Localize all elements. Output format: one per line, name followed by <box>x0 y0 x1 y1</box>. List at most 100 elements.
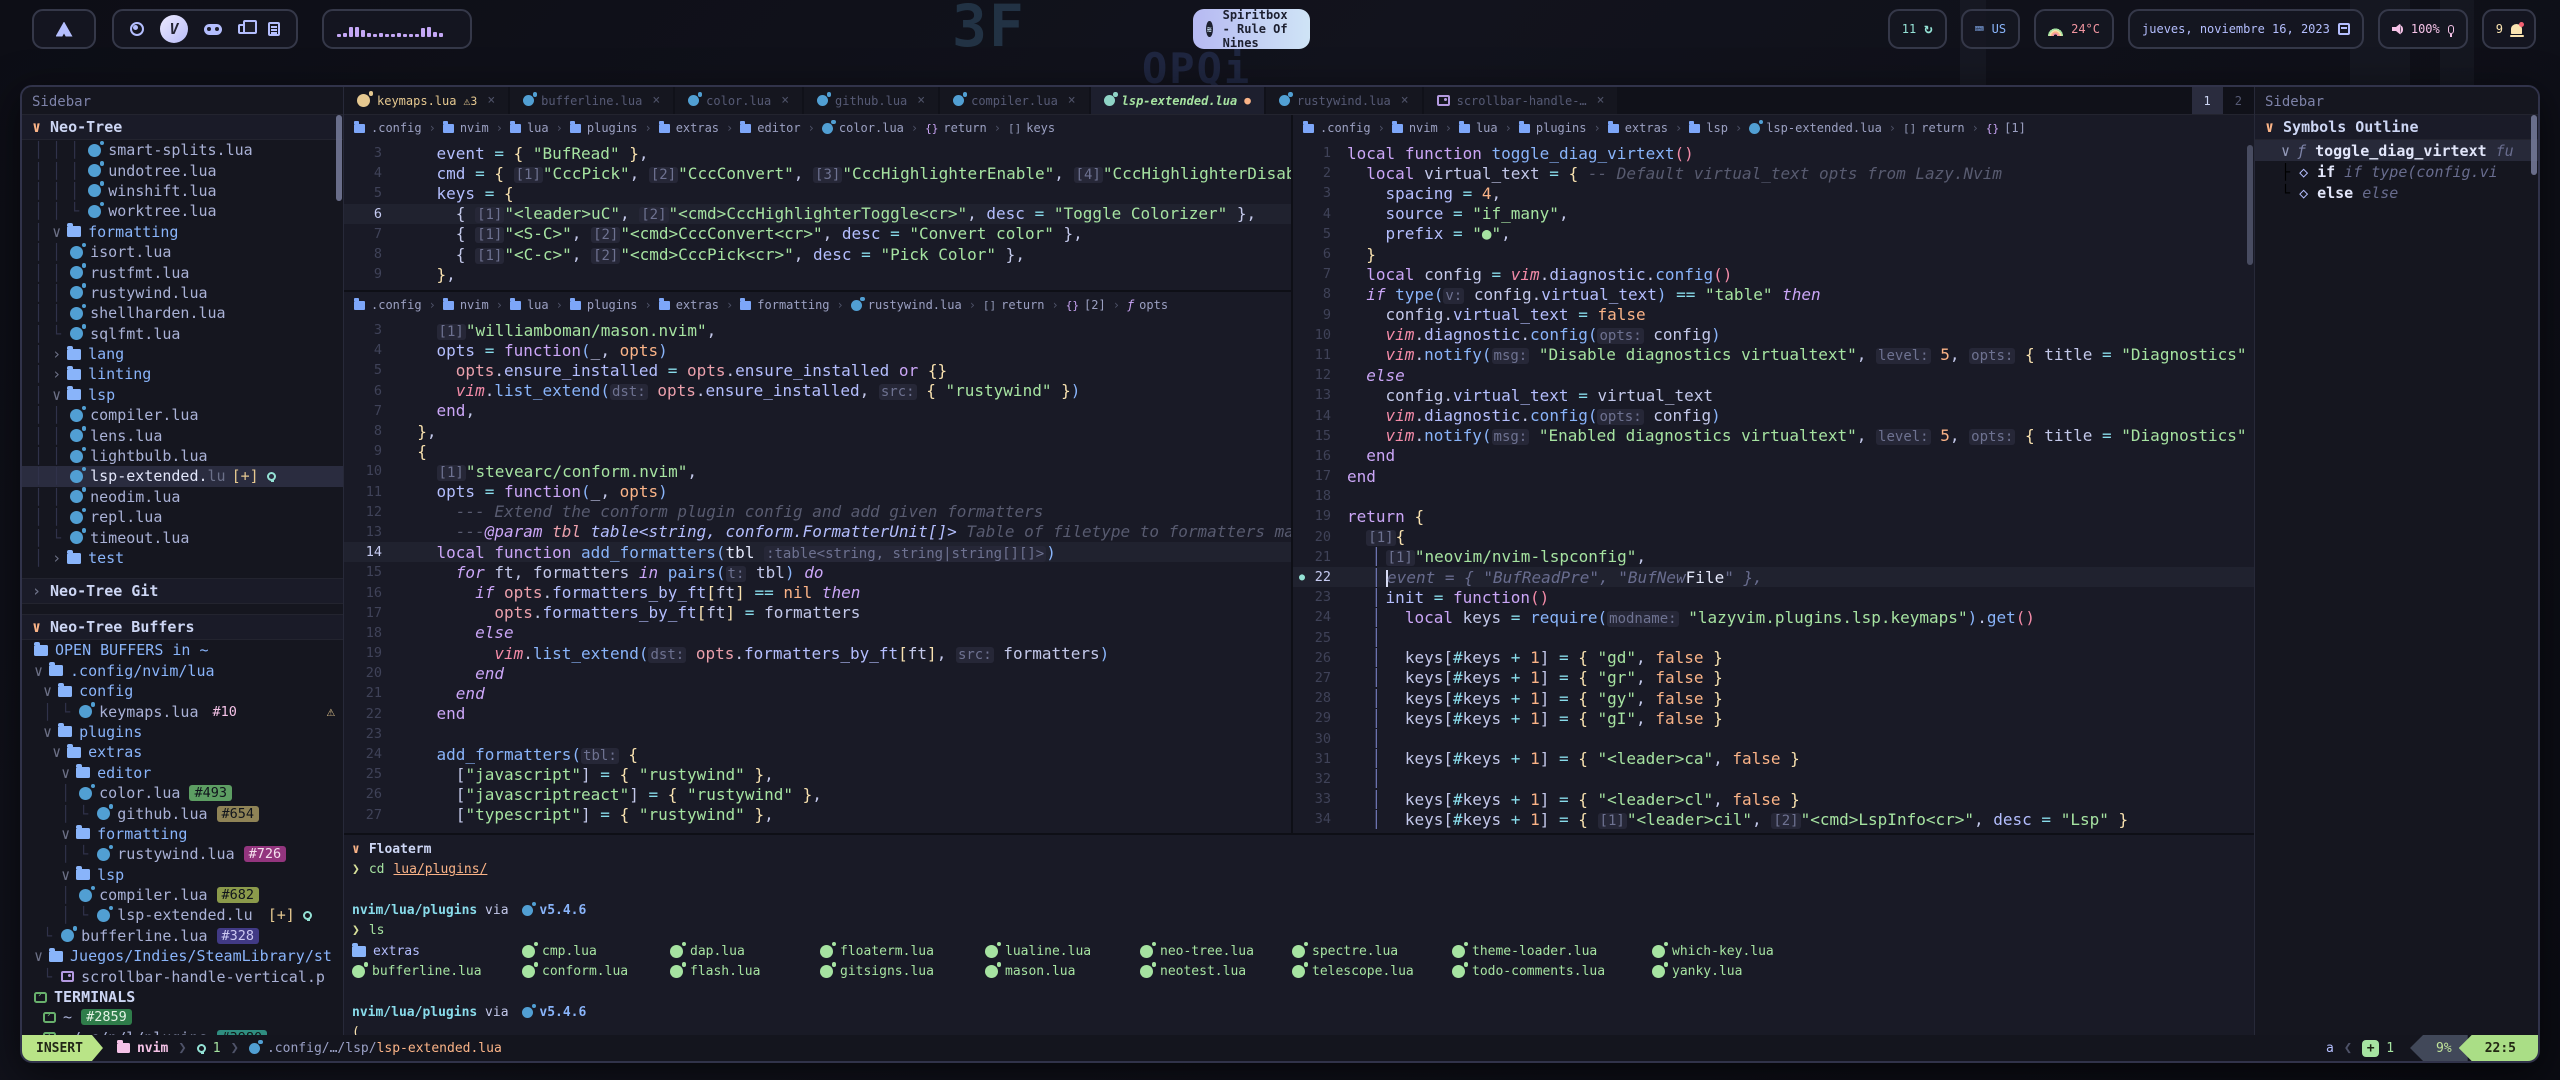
outline-symbol-if[interactable]: ├ ◇ifif type(config.vi <box>2255 161 2538 182</box>
code-line-25[interactable]: 25 ["javascript"] = { "rustywind" }, <box>344 764 1291 784</box>
code-line-11[interactable]: 11 vim.notify(msg: "Disable diagnostics … <box>1293 345 2254 365</box>
breadcrumb-segment[interactable]: lua <box>527 298 549 312</box>
tree-row-rustywind-lua[interactable]: │ │ rustywind.lua <box>22 283 343 303</box>
notifications-widget[interactable]: 9 <box>2482 9 2536 49</box>
code-line-26[interactable]: 26 ▏ keys[#keys + 1] = { "gd", false } <box>1293 648 2254 668</box>
editor-scrollbar[interactable] <box>2247 145 2253 265</box>
code-line-3[interactable]: 3 spacing = 4, <box>1293 183 2254 203</box>
buffer-tab-color-lua[interactable]: color.lua× <box>675 87 802 114</box>
code-line-33[interactable]: 33 ▏ keys[#keys + 1] = { "<leader>cl", f… <box>1293 789 2254 809</box>
vim-workspace-icon-active[interactable]: V <box>160 15 188 43</box>
tree-row-keymaps-lua[interactable]: │ └ keymaps.lua#10⚠ <box>22 701 343 721</box>
code-line-6[interactable]: 6 vim.list_extend(dst: opts.ensure_insta… <box>344 381 1291 401</box>
tab-close-icon[interactable]: × <box>487 93 495 108</box>
tab-close-icon[interactable]: × <box>781 93 789 108</box>
code-line-13[interactable]: 13 config.virtual_text = virtual_text <box>1293 385 2254 405</box>
tab-add-indicator[interactable]: + <box>2362 1040 2379 1057</box>
code-line-9[interactable]: 9 { <box>344 441 1291 461</box>
breadcrumb-segment[interactable]: nvim <box>460 121 489 135</box>
tree-row-undotree-lua[interactable]: │ │ │ undotree.lua <box>22 160 343 180</box>
code-line-26[interactable]: 26 ["javascriptreact"] = { "rustywind" }… <box>344 784 1291 804</box>
code-line-8[interactable]: 8 }, <box>344 421 1291 441</box>
tree-row-plugins[interactable]: ∨plugins <box>22 722 343 742</box>
tab-close-icon[interactable]: × <box>917 93 925 108</box>
buffer-tab-compiler-lua[interactable]: compiler.lua× <box>940 87 1089 114</box>
breadcrumb-segment[interactable]: .config <box>371 298 422 312</box>
editor-lsp-extended-lua[interactable]: 1local function toggle_diag_virtext()2 l… <box>1293 141 2254 833</box>
code-line-23[interactable]: 23 <box>344 724 1291 744</box>
code-line-22[interactable]: ●22 ▏event = { "BufReadPre", "BufNewFile… <box>1293 567 2254 587</box>
code-line-27[interactable]: 27 ["typescript"] = { "rustywind" }, <box>344 805 1291 825</box>
neotree-section-neo-tree-buffers[interactable]: ∨Neo-Tree Buffers <box>22 614 343 640</box>
tree-row-worktree-lua[interactable]: │ │ └ worktree.lua <box>22 201 343 221</box>
code-line-15[interactable]: 15 vim.notify(msg: "Enabled diagnostics … <box>1293 426 2254 446</box>
code-line-4[interactable]: 4 opts = function(_, opts) <box>344 340 1291 360</box>
tree-row--c-n-l-plugins[interactable]: ~/.c/n/l/plugins#3980 <box>22 1028 343 1035</box>
breadcrumb-segment[interactable]: plugins <box>587 298 638 312</box>
outline-symbol-else[interactable]: └ ◇elseelse <box>2255 182 2538 203</box>
outline-symbol-toggle_diag_virtext[interactable]: ∨ƒtoggle_diag_virtextfu <box>2255 140 2538 161</box>
code-line-8[interactable]: 8 if type(v: config.virtual_text) == "ta… <box>1293 284 2254 304</box>
outline-section-header[interactable]: ∨Symbols Outline <box>2255 114 2538 140</box>
code-line-16[interactable]: 16 if opts.formatters_by_ft[ft] == nil t… <box>344 582 1291 602</box>
breadcrumb-segment[interactable]: color.lua <box>839 121 904 135</box>
tree-row-scrollbar-handle-vertical-p[interactable]: └ scrollbar-handle-vertical.p <box>22 966 343 986</box>
clock-widget[interactable]: jueves, noviembre 16, 2023 <box>2128 9 2364 49</box>
code-line-10[interactable]: 10 [1]"stevearc/conform.nvim", <box>344 461 1291 481</box>
tree-row-juegos-indies-steamlibrary-st[interactable]: ∨Juegos/Indies/SteamLibrary/st <box>22 946 343 966</box>
tree-row-bufferline-lua[interactable]: └ bufferline.lua#328 <box>22 926 343 946</box>
code-line-24[interactable]: 24 ▏ local keys = require(modname: "lazy… <box>1293 607 2254 627</box>
tab-close-icon[interactable]: × <box>1401 93 1409 108</box>
keyboard-layout-widget[interactable]: ⌨US <box>1961 9 2020 49</box>
code-line-34[interactable]: 34 ▏ keys[#keys + 1] = { [1]"<leader>cil… <box>1293 809 2254 829</box>
code-line-7[interactable]: 7 local config = vim.diagnostic.config() <box>1293 264 2254 284</box>
code-line-8[interactable]: 8 { [1]"<C-c>", [2]"<cmd>CccPick<cr>", d… <box>344 244 1291 264</box>
code-line-5[interactable]: 5 keys = { <box>344 183 1291 203</box>
editor-color-lua[interactable]: 3 event = { "BufRead" },4 cmd = { [1]"Cc… <box>344 141 1291 290</box>
code-line-25[interactable]: 25 ▏ <box>1293 628 2254 648</box>
windows-workspace-icon[interactable] <box>238 24 248 34</box>
floaterm-header[interactable]: ∨Floaterm <box>352 839 2254 859</box>
tree-row-shellharden-lua[interactable]: │ │ shellharden.lua <box>22 303 343 323</box>
code-line-13[interactable]: 13 ---@param tbl table<string, conform.F… <box>344 522 1291 542</box>
tree-row-timeout-lua[interactable]: │ └ timeout.lua <box>22 527 343 547</box>
tree-row-rustywind-lua[interactable]: │ └ rustywind.lua#726 <box>22 844 343 864</box>
weather-widget[interactable]: 24°C <box>2034 9 2114 49</box>
code-line-21[interactable]: 21 ▏[1]"neovim/nvim-lspconfig", <box>1293 547 2254 567</box>
tab-close-icon[interactable]: × <box>1597 93 1605 108</box>
code-line-16[interactable]: 16 end <box>1293 446 2254 466</box>
code-line-14[interactable]: 14 local function add_formatters(tbl :ta… <box>344 542 1291 562</box>
tree-row-linting[interactable]: │ ›linting <box>22 364 343 384</box>
code-line-10[interactable]: 10 vim.diagnostic.config(opts: config) <box>1293 325 2254 345</box>
buffer-tab-rustywind-lua[interactable]: rustywind.lua× <box>1266 87 1422 114</box>
breadcrumb-segment[interactable]: extras <box>1625 121 1668 135</box>
breadcrumb-segment[interactable]: [1] <box>2004 121 2026 135</box>
code-line-24[interactable]: 24 add_formatters(tbl: { <box>344 744 1291 764</box>
breadcrumb-segment[interactable]: return <box>943 121 986 135</box>
code-line-9[interactable]: 9 }, <box>344 264 1291 284</box>
breadcrumb-segment[interactable]: plugins <box>1536 121 1587 135</box>
breadcrumb-segment[interactable]: editor <box>757 121 800 135</box>
code-line-29[interactable]: 29 ▏ keys[#keys + 1] = { "gI", false } <box>1293 708 2254 728</box>
breadcrumb-segment[interactable]: nvim <box>460 298 489 312</box>
code-line-18[interactable]: 18 else <box>344 623 1291 643</box>
buffer-tab-bufferline-lua[interactable]: bufferline.lua× <box>510 87 673 114</box>
tab-close-icon[interactable]: × <box>652 93 660 108</box>
tree-row-open-buffers-in-[interactable]: OPEN BUFFERS in ~ <box>22 640 343 660</box>
tree-row-lsp[interactable]: │ ∨lsp <box>22 385 343 405</box>
tabpage-1[interactable]: 1 <box>2192 87 2223 114</box>
breadcrumb-segment[interactable]: plugins <box>587 121 638 135</box>
breadcrumb-segment[interactable]: return <box>1921 121 1964 135</box>
code-line-12[interactable]: 12 --- Extend the conform plugin config … <box>344 502 1291 522</box>
tree-row-formatting[interactable]: ∨formatting <box>22 824 343 844</box>
breadcrumb-segment[interactable]: .config <box>371 121 422 135</box>
tree-row-lsp[interactable]: ∨lsp <box>22 865 343 885</box>
outline-scrollbar[interactable] <box>2531 115 2537 175</box>
code-line-17[interactable]: 17 opts.formatters_by_ft[ft] = formatter… <box>344 603 1291 623</box>
tree-row-repl-lua[interactable]: │ │ repl.lua <box>22 507 343 527</box>
code-line-6[interactable]: 6 } <box>1293 244 2254 264</box>
breadcrumb-segment[interactable]: [2] <box>1084 298 1106 312</box>
tree-row-winshift-lua[interactable]: │ │ │ winshift.lua <box>22 181 343 201</box>
code-line-7[interactable]: 7 { [1]"<S-C>", [2]"<cmd>CccConvert<cr>"… <box>344 224 1291 244</box>
tree-row-neodim-lua[interactable]: │ │ neodim.lua <box>22 487 343 507</box>
